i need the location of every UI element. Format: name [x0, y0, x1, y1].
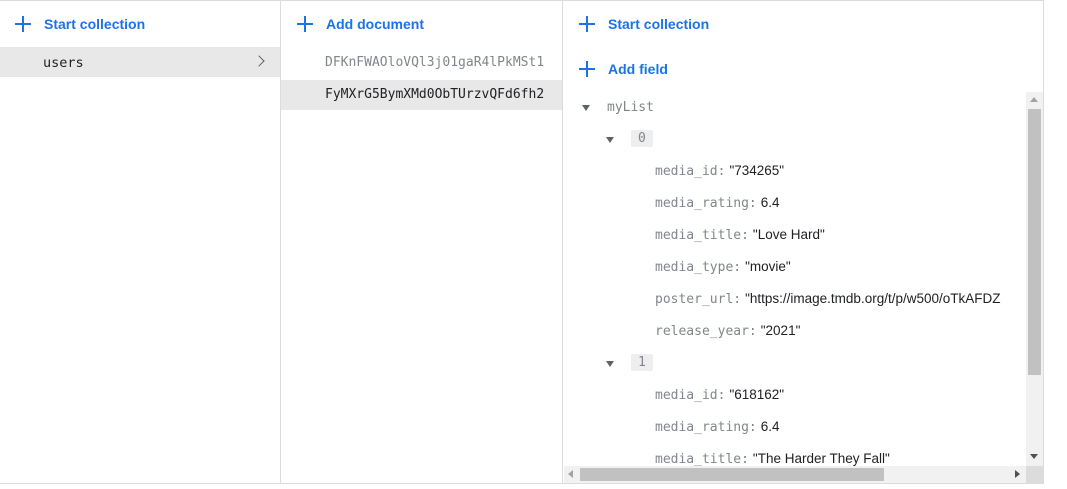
plus-icon — [15, 16, 31, 32]
document-id[interactable]: DFKnFWAOloVQl3j01gaR4lPkMSt1 — [325, 55, 562, 70]
field-key: media_title: — [655, 452, 749, 466]
plus-icon — [297, 16, 313, 32]
field-row[interactable]: media_id: "734265" — [655, 163, 784, 179]
field-key: release_year: — [655, 324, 757, 339]
field-row[interactable]: media_rating: 6.4 — [655, 419, 780, 435]
scroll-up-arrow-icon[interactable] — [1030, 97, 1038, 102]
document-id-selected[interactable]: FyMXrG5BymXMd0ObTUrzvQFd6fh2 — [325, 87, 562, 102]
add-field-label: Add field — [608, 61, 668, 77]
field-key: media_title: — [655, 228, 749, 243]
field-tree: myList 0 media_id: "734265" media_rating:… — [563, 92, 1026, 466]
scroll-right-arrow-icon[interactable] — [1015, 470, 1020, 478]
field-value: 6.4 — [760, 195, 780, 210]
field-value: "734265" — [729, 163, 785, 178]
array-index[interactable]: 1 — [631, 354, 653, 371]
field-row[interactable]: media_title: "Love Hard" — [655, 227, 825, 243]
horizontal-scrollbar-thumb[interactable] — [580, 468, 884, 481]
collapse-arrow-icon[interactable] — [582, 105, 590, 111]
field-key: media_rating: — [655, 196, 757, 211]
field-row[interactable]: poster_url: "https://image.tmdb.org/t/p/w… — [655, 291, 1001, 307]
collapse-arrow-icon[interactable] — [606, 361, 614, 367]
vertical-scrollbar-thumb[interactable] — [1028, 109, 1041, 375]
add-field-button[interactable]: Add field — [579, 59, 668, 79]
field-row[interactable]: media_title: "The Harder They Fall" — [655, 451, 890, 466]
field-key: poster_url: — [655, 292, 742, 307]
field-key: media_rating: — [655, 420, 757, 435]
field-key: media_type: — [655, 260, 742, 275]
plus-icon — [579, 61, 595, 77]
field-key: media_id: — [655, 164, 726, 179]
plus-icon — [579, 16, 595, 32]
start-collection-button[interactable]: Start collection — [15, 14, 145, 34]
field-value: 6.4 — [760, 419, 780, 434]
documents-panel — [281, 0, 563, 483]
field-value: "618162" — [729, 387, 785, 402]
field-value: "The Harder They Fall" — [752, 451, 890, 466]
panel-bottom-border — [0, 483, 1044, 484]
field-key: media_id: — [655, 388, 726, 403]
add-document-button[interactable]: Add document — [297, 14, 424, 34]
field-row[interactable]: media_id: "618162" — [655, 387, 784, 403]
collection-item-users[interactable] — [0, 47, 280, 77]
start-collection-label: Start collection — [44, 16, 146, 32]
scrollbar-corner — [1026, 466, 1043, 483]
field-value: "Love Hard" — [752, 227, 825, 242]
start-collection-label: Start collection — [608, 16, 710, 32]
field-value: "https://image.tmdb.org/t/p/w500/oTkAFDZ — [745, 291, 1001, 306]
field-value: "movie" — [745, 259, 791, 274]
scroll-left-arrow-icon[interactable] — [568, 470, 573, 478]
field-name[interactable]: myList — [607, 100, 654, 115]
field-value: "2021" — [760, 323, 801, 338]
start-subcollection-button[interactable]: Start collection — [579, 14, 709, 34]
scroll-down-arrow-icon[interactable] — [1030, 454, 1038, 459]
field-row[interactable]: release_year: "2021" — [655, 323, 800, 339]
field-row[interactable]: media_type: "movie" — [655, 259, 791, 275]
add-document-label: Add document — [326, 16, 424, 32]
field-row[interactable]: media_rating: 6.4 — [655, 195, 780, 211]
collection-label: users — [43, 55, 84, 71]
collapse-arrow-icon[interactable] — [606, 137, 614, 143]
array-index[interactable]: 0 — [631, 130, 653, 147]
